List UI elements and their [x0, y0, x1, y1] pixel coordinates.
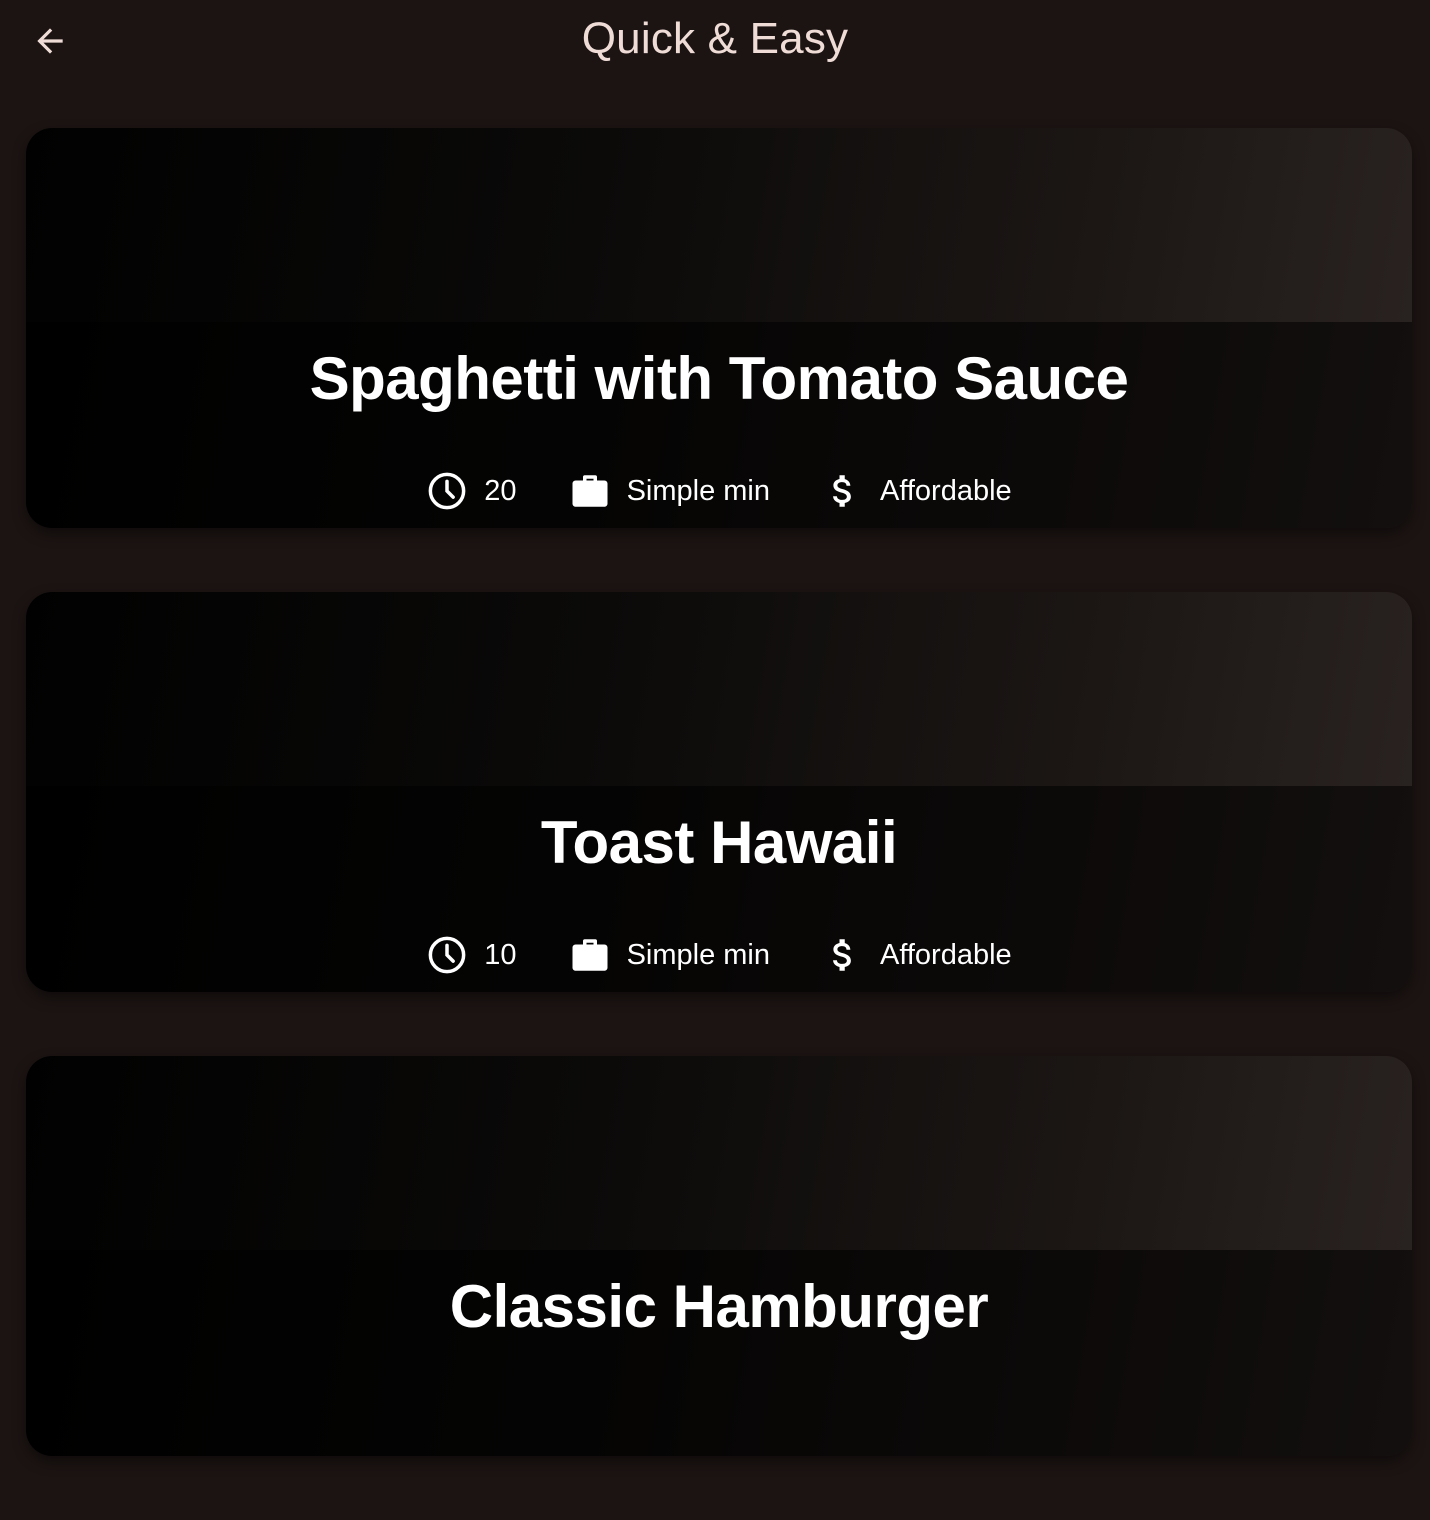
meal-list[interactable]: Spaghetti with Tomato Sauce 20 Simple mi…	[26, 128, 1412, 1520]
meal-meta-row: 20 Simple min Affordable	[26, 470, 1412, 512]
meal-complexity-value: Simple min	[626, 938, 770, 971]
dollar-icon	[833, 939, 851, 971]
briefcase-icon	[572, 475, 608, 507]
meal-complexity-value: Simple min	[626, 474, 770, 507]
meal-complexity: Simple min	[569, 470, 770, 512]
meal-title: Classic Hamburger	[449, 1273, 989, 1340]
meal-duration-value: 20	[484, 474, 517, 507]
meal-complexity: Simple min	[569, 934, 770, 976]
meal-duration: 20	[426, 470, 517, 512]
meal-title: Toast Hawaii	[540, 809, 898, 876]
meal-affordability: Affordable	[822, 934, 1012, 976]
briefcase-icon	[572, 939, 608, 971]
meal-card[interactable]: Classic Hamburger	[26, 1056, 1412, 1456]
meal-card[interactable]: Toast Hawaii 10 Simple min Affordable	[26, 592, 1412, 992]
dollar-icon	[833, 475, 851, 507]
meal-card[interactable]: Spaghetti with Tomato Sauce 20 Simple mi…	[26, 128, 1412, 528]
app-bar: Quick & Easy	[0, 0, 1430, 84]
meal-affordability-value: Affordable	[880, 474, 1012, 507]
clock-icon	[428, 936, 466, 974]
meal-duration-value: 10	[484, 938, 517, 971]
meal-duration: 10	[426, 934, 517, 976]
clock-icon	[428, 472, 466, 510]
meal-affordability: Affordable	[822, 470, 1012, 512]
meal-affordability-value: Affordable	[880, 938, 1012, 971]
meal-title: Spaghetti with Tomato Sauce	[309, 345, 1129, 412]
meal-meta-row: 10 Simple min Affordable	[26, 934, 1412, 976]
page-title: Quick & Easy	[581, 14, 849, 63]
